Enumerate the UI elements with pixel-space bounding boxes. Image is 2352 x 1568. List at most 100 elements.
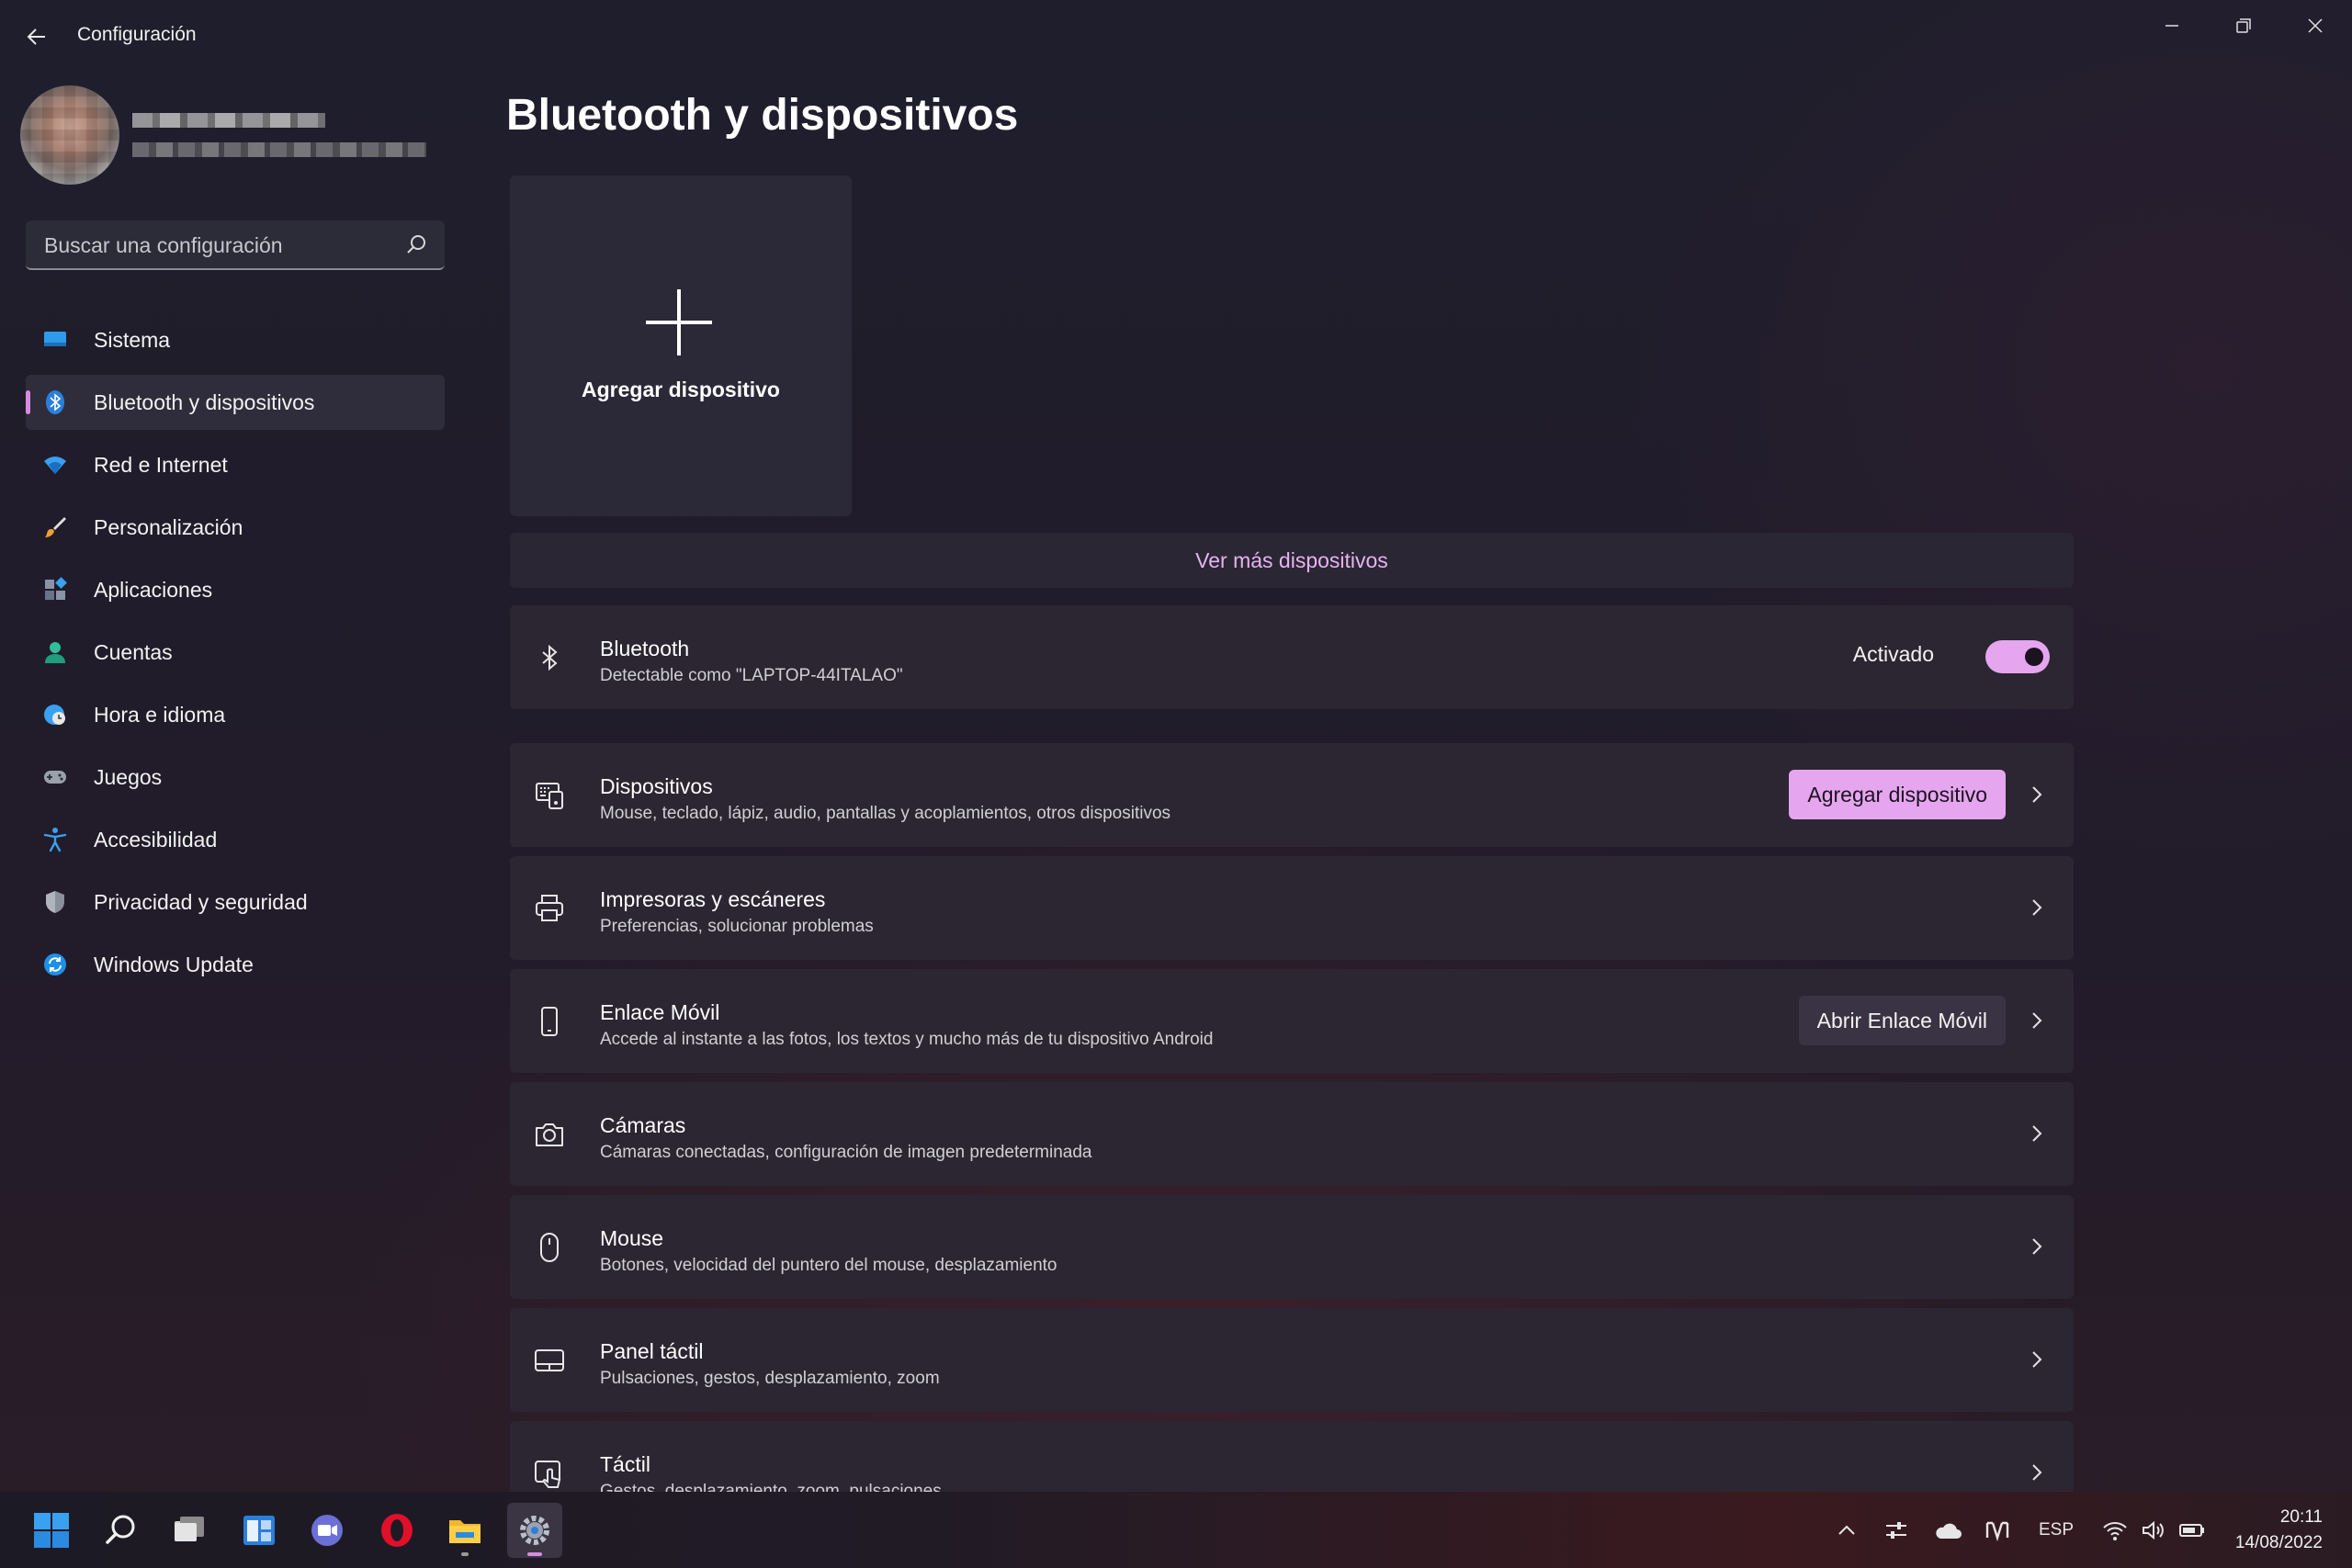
sidebar-item-aplicaciones[interactable]: Aplicaciones: [26, 562, 445, 617]
sidebar-item-sistema[interactable]: Sistema: [26, 312, 445, 367]
printers-row[interactable]: Impresoras y escáneres Preferencias, sol…: [510, 856, 2074, 960]
phone-link-row[interactable]: Enlace Móvil Accede al instante a las fo…: [510, 969, 2074, 1073]
back-arrow-icon[interactable]: [17, 17, 57, 57]
onedrive-tray-icon[interactable]: [1928, 1505, 1968, 1556]
file-explorer-button[interactable]: [437, 1503, 492, 1558]
chevron-right-icon: [2032, 786, 2042, 803]
chevron-right-icon: [2032, 899, 2042, 916]
add-device-card[interactable]: Agregar dispositivo: [510, 175, 852, 516]
bars-icon: [1985, 1521, 2009, 1541]
bluetooth-icon: [42, 389, 68, 415]
open-phone-link-button[interactable]: Abrir Enlace Móvil: [1798, 996, 2006, 1045]
search-icon[interactable]: [404, 232, 428, 256]
wifi-tray-icon[interactable]: [2097, 1505, 2133, 1556]
clock-date: 14/08/2022: [2234, 1533, 2323, 1552]
user-email-redacted: [132, 142, 426, 157]
mouse-icon: [540, 1233, 559, 1262]
battery-tray-icon[interactable]: [2174, 1505, 2211, 1556]
wifi-icon: [2103, 1522, 2127, 1540]
sidebar-item-label: Personalización: [94, 514, 243, 539]
mixer-tray-icon[interactable]: [1878, 1505, 1915, 1556]
sidebar-item-privacidad[interactable]: Privacidad y seguridad: [26, 874, 445, 930]
cameras-row[interactable]: Cámaras Cámaras conectadas, configuració…: [510, 1082, 2074, 1186]
sidebar-item-red[interactable]: Red e Internet: [26, 437, 445, 492]
sidebar-item-windows-update[interactable]: Windows Update: [26, 937, 445, 992]
start-button[interactable]: [24, 1503, 79, 1558]
touch-subtitle: Gestos, desplazamiento, zoom, pulsacione…: [600, 1482, 942, 1492]
sliders-icon: [1886, 1522, 1906, 1539]
settings-search[interactable]: [26, 220, 445, 270]
title-bar: Configuración: [0, 0, 2352, 73]
chevron-up-icon: [1838, 1525, 1855, 1535]
bluetooth-icon: [542, 644, 558, 671]
app-tray-icon[interactable]: [1977, 1505, 2018, 1556]
accessibility-icon: [42, 827, 68, 852]
more-devices-button[interactable]: Ver más dispositivos: [510, 533, 2074, 588]
volume-tray-icon[interactable]: [2135, 1505, 2172, 1556]
bluetooth-subtitle: Detectable como "LAPTOP-44ITALAO": [600, 666, 903, 685]
search-input[interactable]: [42, 220, 395, 270]
devices-row[interactable]: Dispositivos Mouse, teclado, lápiz, audi…: [510, 743, 2074, 847]
clock[interactable]: 20:11 14/08/2022: [2235, 1505, 2323, 1556]
sidebar-item-personalizacion[interactable]: Personalización: [26, 500, 445, 555]
user-profile[interactable]: [20, 85, 426, 186]
restore-button[interactable]: [2209, 7, 2278, 44]
more-devices-label: Ver más dispositivos: [1195, 547, 1388, 572]
gear-icon: [520, 1516, 549, 1545]
toggle-knob: [2025, 648, 2043, 666]
sidebar-item-label: Privacidad y seguridad: [94, 889, 308, 914]
sidebar-item-label: Sistema: [94, 327, 171, 352]
sidebar-nav: Sistema Bluetooth y dispositivos Red e I…: [26, 312, 445, 999]
cameras-title: Cámaras: [600, 1113, 686, 1137]
sidebar-item-cuentas[interactable]: Cuentas: [26, 625, 445, 680]
chevron-right-icon: [2032, 1464, 2042, 1481]
taskbar-search-button[interactable]: [94, 1503, 149, 1558]
opera-browser-button[interactable]: [369, 1503, 424, 1558]
shield-icon: [42, 889, 68, 915]
bluetooth-toggle[interactable]: [1985, 640, 2050, 673]
widgets-button[interactable]: [232, 1503, 287, 1558]
printer-icon: [536, 895, 563, 921]
sidebar-item-hora[interactable]: Hora e idioma: [26, 687, 445, 742]
close-button[interactable]: [2280, 7, 2350, 44]
devices-title: Dispositivos: [600, 774, 713, 798]
battery-icon: [2179, 1524, 2204, 1537]
devices-subtitle: Mouse, teclado, lápiz, audio, pantallas …: [600, 804, 1171, 823]
avatar[interactable]: [20, 85, 119, 185]
chevron-right-icon: [2032, 1238, 2042, 1255]
chevron-right-icon: [2032, 1351, 2042, 1368]
update-icon: [42, 952, 68, 977]
sidebar-item-bluetooth[interactable]: Bluetooth y dispositivos: [26, 375, 445, 430]
add-device-button[interactable]: Agregar dispositivo: [1789, 770, 2006, 819]
cloud-icon: [1936, 1523, 1962, 1539]
sidebar-item-label: Bluetooth y dispositivos: [94, 389, 315, 414]
sidebar-item-accesibilidad[interactable]: Accesibilidad: [26, 812, 445, 867]
sidebar-item-juegos[interactable]: Juegos: [26, 750, 445, 805]
task-view-icon: [175, 1517, 204, 1541]
show-hidden-icons-button[interactable]: [1828, 1505, 1865, 1556]
touchpad-row[interactable]: Panel táctil Pulsaciones, gestos, despla…: [510, 1308, 2074, 1412]
touch-title: Táctil: [600, 1452, 650, 1476]
task-view-button[interactable]: [162, 1503, 217, 1558]
brush-icon: [42, 514, 68, 540]
sidebar-item-label: Aplicaciones: [94, 577, 213, 602]
wifi-icon: [42, 452, 68, 478]
bluetooth-state-label: Activado: [1852, 642, 1934, 666]
sidebar-item-label: Windows Update: [94, 952, 254, 976]
phone-link-subtitle: Accede al instante a las fotos, los text…: [600, 1030, 1214, 1049]
speaker-icon: [2143, 1520, 2164, 1540]
gamepad-icon: [42, 764, 68, 790]
camera-icon: [536, 1123, 563, 1146]
page-title: Bluetooth y dispositivos: [506, 91, 1019, 140]
language-indicator[interactable]: ESP: [2029, 1505, 2084, 1556]
globe-clock-icon: [42, 702, 68, 728]
chat-icon: [311, 1515, 343, 1546]
windows-logo-icon: [34, 1513, 69, 1548]
touch-row[interactable]: Táctil Gestos, desplazamiento, zoom, pul…: [510, 1421, 2074, 1492]
sidebar-item-label: Cuentas: [94, 639, 173, 664]
minimize-button[interactable]: [2137, 7, 2207, 44]
mouse-row[interactable]: Mouse Botones, velocidad del puntero del…: [510, 1195, 2074, 1299]
printers-subtitle: Preferencias, solucionar problemas: [600, 917, 874, 936]
teams-chat-button[interactable]: [300, 1503, 355, 1558]
settings-app-button[interactable]: [507, 1503, 562, 1558]
